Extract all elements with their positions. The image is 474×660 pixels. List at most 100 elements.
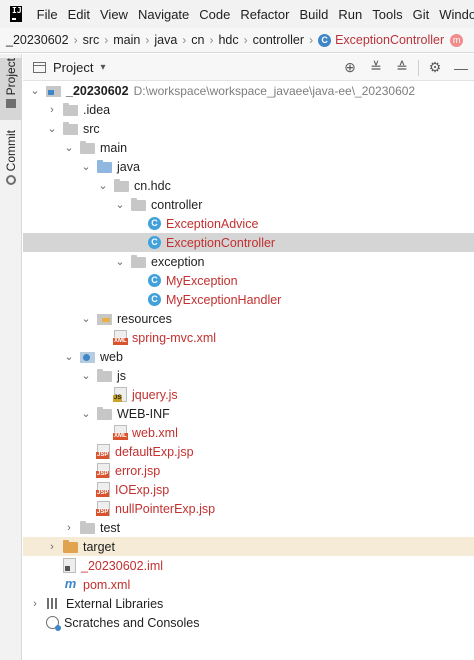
xml-file-icon: XML — [113, 330, 128, 345]
menu-navigate[interactable]: Navigate — [138, 7, 189, 22]
chevron-down-icon[interactable]: ⌄ — [29, 84, 41, 97]
source-folder-icon — [97, 160, 112, 173]
menu-window[interactable]: Windo — [439, 7, 474, 22]
tree-label: src — [83, 121, 100, 136]
project-tool-label: Project — [4, 58, 18, 96]
chevron-right-icon[interactable]: › — [46, 541, 58, 553]
folder-icon — [80, 521, 95, 534]
tree-row-jquery[interactable]: JS jquery.js — [23, 385, 474, 404]
tree-row-controller[interactable]: ⌄ controller — [23, 195, 474, 214]
menu-build[interactable]: Build — [299, 7, 328, 22]
chevron-right-icon[interactable]: › — [63, 522, 75, 534]
menu-file[interactable]: File — [37, 7, 58, 22]
chevron-right-icon: › — [309, 33, 314, 47]
chevron-down-icon[interactable]: ▾ — [100, 62, 105, 73]
tree-row-src[interactable]: ⌄ src — [23, 119, 474, 138]
tree-row-pom[interactable]: m pom.xml — [23, 575, 474, 594]
folder-icon — [80, 141, 95, 154]
tree-label: IOExp.jsp — [115, 482, 170, 497]
project-view-selector[interactable]: Project — [53, 60, 93, 75]
breadcrumb-item[interactable]: java — [154, 33, 177, 47]
excluded-folder-icon — [63, 540, 78, 553]
breadcrumb-item[interactable]: _20230602 — [6, 33, 69, 47]
tree-row-main[interactable]: ⌄ main — [23, 138, 474, 157]
breadcrumb-item[interactable]: src — [83, 33, 100, 47]
tree-row-idea[interactable]: › .idea — [23, 100, 474, 119]
tree-row-root[interactable]: ⌄ _20230602 D:\workspace\workspace_javae… — [23, 81, 474, 100]
tree-row-web[interactable]: ⌄ web — [23, 347, 474, 366]
tree-row-cnhdc[interactable]: ⌄ cn.hdc — [23, 176, 474, 195]
chevron-right-icon: › — [243, 33, 248, 47]
tree-row-my-exception[interactable]: C MyException — [23, 271, 474, 290]
tree-label: main — [100, 140, 128, 155]
tree-row-webxml[interactable]: XML web.xml — [23, 423, 474, 442]
target-icon[interactable]: ⊕ — [337, 58, 363, 78]
menu-git[interactable]: Git — [413, 7, 430, 22]
menu-bar: IJ File Edit View Navigate Code Refactor… — [0, 0, 474, 28]
tree-row-iml[interactable]: _20230602.iml — [23, 556, 474, 575]
tree-label: spring-mvc.xml — [132, 330, 217, 345]
chevron-down-icon[interactable]: ⌄ — [114, 255, 126, 268]
class-icon: C — [148, 274, 161, 287]
tree-row-java[interactable]: ⌄ java — [23, 157, 474, 176]
class-icon: C — [318, 33, 332, 47]
breadcrumb-item[interactable]: cn — [191, 33, 204, 47]
breadcrumb-item[interactable]: hdc — [218, 33, 238, 47]
tree-row-ioexp[interactable]: JSP IOExp.jsp — [23, 480, 474, 499]
tree-row-spring-mvc[interactable]: XML spring-mvc.xml — [23, 328, 474, 347]
menu-tools[interactable]: Tools — [372, 7, 402, 22]
breadcrumb-item[interactable]: controller — [253, 33, 304, 47]
folder-icon — [6, 99, 16, 109]
folder-icon — [97, 407, 112, 420]
expand-all-icon[interactable]: ≚ — [363, 58, 389, 78]
tree-row-exception-controller[interactable]: C ExceptionController — [23, 233, 474, 252]
tree-label: _20230602.iml — [81, 558, 164, 573]
chevron-right-icon[interactable]: › — [46, 104, 58, 116]
chevron-down-icon[interactable]: ⌄ — [97, 179, 109, 192]
chevron-down-icon[interactable]: ⌄ — [63, 141, 75, 154]
minimize-icon[interactable]: — — [448, 58, 474, 78]
menu-run[interactable]: Run — [338, 7, 362, 22]
chevron-right-icon: › — [145, 33, 150, 47]
commit-tool-tab[interactable]: Commit — [0, 130, 22, 194]
chevron-down-icon[interactable]: ⌄ — [114, 198, 126, 211]
tree-row-js[interactable]: ⌄ js — [23, 366, 474, 385]
chevron-down-icon[interactable]: ⌄ — [63, 350, 75, 363]
library-icon — [46, 597, 61, 610]
chevron-down-icon[interactable]: ⌄ — [80, 407, 92, 420]
menu-view[interactable]: View — [100, 7, 128, 22]
tree-row-nullptr[interactable]: JSP nullPointerExp.jsp — [23, 499, 474, 518]
collapse-all-icon[interactable]: ≙ — [389, 58, 415, 78]
chevron-down-icon[interactable]: ⌄ — [80, 312, 92, 325]
scratches-icon — [46, 616, 61, 631]
jsp-tag: JSP — [96, 452, 110, 459]
tree-row-test[interactable]: › test — [23, 518, 474, 537]
tree-row-webinf[interactable]: ⌄ WEB-INF — [23, 404, 474, 423]
menu-code[interactable]: Code — [199, 7, 230, 22]
chevron-right-icon[interactable]: › — [29, 598, 41, 610]
chevron-down-icon[interactable]: ⌄ — [46, 122, 58, 135]
jsp-file-icon: JSP — [96, 482, 110, 497]
project-tool-tab[interactable]: Project — [0, 58, 22, 120]
tree-row-default-exp[interactable]: JSP defaultExp.jsp — [23, 442, 474, 461]
gear-icon[interactable]: ⚙ — [422, 58, 448, 78]
chevron-right-icon: › — [182, 33, 187, 47]
chevron-down-icon[interactable]: ⌄ — [80, 369, 92, 382]
breadcrumb-active-item[interactable]: ExceptionController — [335, 33, 444, 47]
tree-row-exception-pkg[interactable]: ⌄ exception — [23, 252, 474, 271]
tree-row-error[interactable]: JSP error.jsp — [23, 461, 474, 480]
jsp-file-icon: JSP — [96, 501, 110, 516]
menu-refactor[interactable]: Refactor — [240, 7, 289, 22]
tree-row-my-exception-handler[interactable]: C MyExceptionHandler — [23, 290, 474, 309]
tree-row-resources[interactable]: ⌄ resources — [23, 309, 474, 328]
tree-row-external-libraries[interactable]: › External Libraries — [23, 594, 474, 613]
chevron-down-icon[interactable]: ⌄ — [80, 160, 92, 173]
menu-edit[interactable]: Edit — [68, 7, 90, 22]
tree-row-exception-advice[interactable]: C ExceptionAdvice — [23, 214, 474, 233]
js-file-icon: JS — [113, 387, 127, 402]
tree-row-target[interactable]: › target — [23, 537, 474, 556]
breadcrumb-item[interactable]: main — [113, 33, 140, 47]
tree-row-scratches[interactable]: Scratches and Consoles — [23, 613, 474, 632]
class-icon: C — [148, 217, 161, 230]
class-icon: C — [148, 293, 161, 306]
